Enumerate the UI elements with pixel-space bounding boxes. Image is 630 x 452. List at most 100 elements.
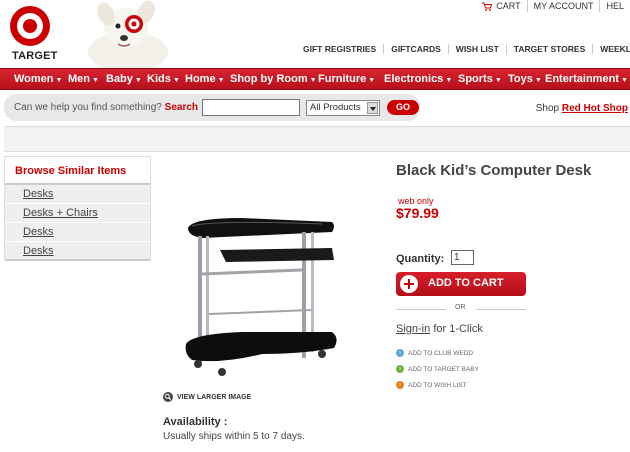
signin-link[interactable]: Sign-in [396, 323, 430, 335]
category-shop-by-room[interactable]: Shop by Room ▼ [230, 69, 317, 89]
chevron-down-icon: ▼ [368, 77, 376, 84]
add-to-cart-button[interactable]: ADD TO CART [396, 272, 526, 296]
dropdown-arrow-icon [367, 102, 378, 114]
logo-wordmark: TARGET [12, 50, 58, 62]
action-label: ADD TO CLUB WEDD [408, 349, 474, 357]
category-label: Kids [147, 73, 171, 85]
chevron-down-icon: ▼ [172, 77, 180, 84]
category-women[interactable]: Women ▼ [14, 69, 62, 89]
search-prompt: Can we help you find something? Search [14, 102, 198, 113]
promo-link-text: Red Hot Shop [561, 103, 628, 114]
chevron-down-icon: ▼ [494, 77, 502, 84]
divider [476, 309, 526, 310]
arrow-circle-icon: › [396, 365, 404, 373]
category-entertainment[interactable]: Entertainment ▼ [545, 69, 628, 89]
go-button[interactable]: GO [387, 100, 419, 115]
arrow-circle-icon: › [396, 381, 404, 389]
chevron-down-icon: ▼ [92, 77, 99, 84]
search-prompt-text: Can we help you find something? [14, 102, 162, 113]
category-electronics[interactable]: Electronics ▼ [384, 69, 452, 89]
sidebar-item-desks[interactable]: Desks [5, 185, 150, 204]
category-men[interactable]: Men ▼ [68, 69, 99, 89]
quantity-input[interactable]: 1 [451, 250, 474, 265]
sidebar-title: Browse Similar Items [15, 165, 127, 177]
category-label: Furniture [318, 73, 367, 85]
view-larger-label: VIEW LARGER IMAGE [177, 393, 252, 401]
top-nav: GIFT REGISTRIES GIFTCARDS WISH LIST TARG… [296, 44, 630, 54]
top-nav-giftcards[interactable]: GIFTCARDS [383, 44, 448, 54]
browse-similar-sidebar: Browse Similar Items Desks Desks + Chair… [4, 156, 151, 261]
sidebar-item-desks-chairs[interactable]: Desks + Chairs [5, 204, 150, 223]
category-label: Toys [508, 73, 533, 85]
product-price: $79.99 [396, 205, 439, 221]
sidebar-item-label: Desks + Chairs [23, 207, 98, 219]
bullseye-dog-mascot [88, 0, 168, 68]
chevron-down-icon: ▼ [620, 77, 628, 84]
availability-text: Usually ships within 5 to 7 days. [163, 431, 305, 442]
add-to-target-baby-link[interactable]: › ADD TO TARGET BABY [396, 365, 479, 373]
category-kids[interactable]: Kids ▼ [147, 69, 180, 89]
chevron-down-icon: ▼ [55, 77, 63, 84]
sidebar-item-label: Desks [23, 226, 54, 238]
divider [396, 309, 446, 310]
top-nav-target-stores[interactable]: TARGET STORES [505, 44, 592, 54]
sidebar-item-label: Desks [23, 188, 54, 200]
top-nav-weekly-ad[interactable]: WEEKLY A [592, 44, 630, 54]
category-label: Men [68, 73, 90, 85]
category-label: Entertainment [545, 73, 619, 85]
quantity-label: Quantity: [396, 253, 445, 265]
category-label: Electronics [384, 73, 444, 85]
cart-label: CART [496, 1, 521, 11]
my-account-link[interactable]: MY ACCOUNT [526, 0, 600, 12]
category-label: Baby [106, 73, 133, 85]
search-prompt-link: Search [164, 102, 199, 113]
cart-icon [482, 2, 493, 11]
department-select-value: All Products [310, 102, 361, 113]
search-input[interactable] [202, 99, 300, 116]
search-bar: Can we help you find something? Search A… [4, 94, 420, 121]
signin-suffix: for 1-Click [433, 323, 483, 335]
arrow-circle-icon: › [396, 349, 404, 357]
category-nav-bar: Women ▼ Men ▼ Baby ▼ Kids ▼ Home ▼ Shop by Ro… [0, 68, 630, 90]
top-nav-wish-list[interactable]: WISH LIST [447, 44, 506, 54]
category-label: Home [185, 73, 216, 85]
category-label: Women [14, 73, 54, 85]
breadcrumb-strip [4, 126, 630, 152]
cart-link[interactable]: CART [476, 0, 526, 12]
add-to-wish-list-link[interactable]: › ADD TO WISH LIST [396, 381, 467, 389]
product-image[interactable] [182, 214, 342, 382]
or-text: OR [455, 304, 466, 311]
chevron-down-icon: ▼ [534, 77, 542, 84]
action-label: ADD TO TARGET BABY [408, 365, 479, 373]
sidebar-item-label: Desks [23, 245, 54, 257]
category-furniture[interactable]: Furniture ▼ [318, 69, 375, 89]
top-nav-gift-registries[interactable]: GIFT REGISTRIES [296, 44, 383, 54]
product-title: Black Kid’s Computer Desk [396, 162, 592, 179]
help-link[interactable]: HEL [599, 0, 630, 12]
category-sports[interactable]: Sports ▼ [458, 69, 502, 89]
view-larger-image-link[interactable]: VIEW LARGER IMAGE [163, 392, 251, 402]
category-toys[interactable]: Toys ▼ [508, 69, 542, 89]
add-to-cart-label: ADD TO CART [428, 277, 504, 289]
magnifier-icon [163, 392, 173, 402]
promo-link[interactable]: Shop Red Hot Shop [536, 103, 628, 114]
chevron-down-icon: ▼ [445, 77, 453, 84]
category-label: Sports [458, 73, 493, 85]
promo-prefix: Shop [535, 103, 560, 114]
action-label: ADD TO WISH LIST [408, 381, 467, 389]
department-select[interactable]: All Products [306, 100, 380, 116]
category-baby[interactable]: Baby ▼ [106, 69, 142, 89]
signin-one-click: Sign-in for 1-Click [396, 323, 483, 335]
category-label: Shop by Room [230, 73, 308, 85]
chevron-down-icon: ▼ [134, 77, 142, 84]
utility-links: CART MY ACCOUNT HEL [476, 0, 630, 12]
plus-icon [400, 275, 418, 293]
site-header: TARGET CART MY ACCOUNT HEL GIFT REGISTRI… [0, 0, 630, 68]
category-home[interactable]: Home ▼ [185, 69, 225, 89]
add-to-club-wedd-link[interactable]: › ADD TO CLUB WEDD [396, 349, 473, 357]
divider [5, 259, 150, 261]
chevron-down-icon: ▼ [309, 77, 317, 84]
or-divider: OR [396, 304, 526, 314]
availability-label: Availability : [163, 416, 228, 428]
sidebar-item-desks-2[interactable]: Desks [5, 223, 150, 242]
